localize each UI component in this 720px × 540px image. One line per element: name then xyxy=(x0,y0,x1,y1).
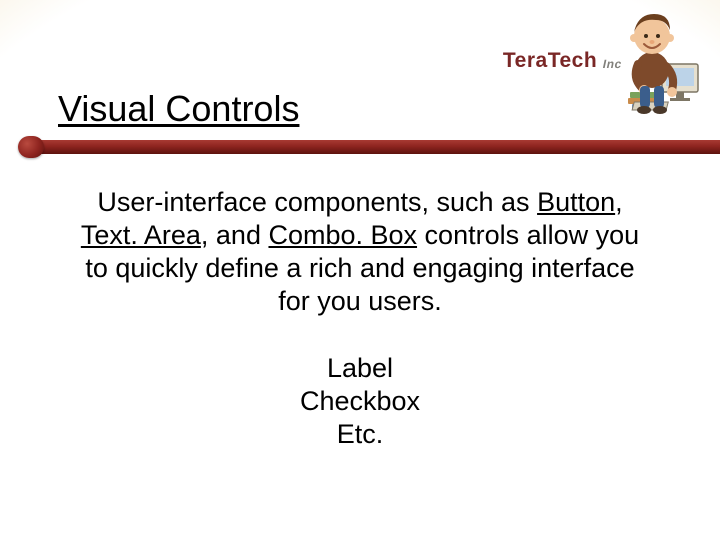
slide: TeraTech Inc xyxy=(0,0,720,540)
para-sep-2: , and xyxy=(201,220,269,250)
examples-list: Label Checkbox Etc. xyxy=(78,352,642,451)
bar-cap xyxy=(18,136,44,158)
list-item: Etc. xyxy=(78,418,642,451)
bar-body xyxy=(32,140,720,154)
link-combobox: Combo. Box xyxy=(268,220,417,250)
slide-title: Visual Controls xyxy=(58,88,660,130)
link-textarea: Text. Area xyxy=(81,220,201,250)
title-underline-bar xyxy=(18,138,720,156)
title-region: Visual Controls xyxy=(58,88,660,138)
body-paragraph: User-interface components, such as Butto… xyxy=(78,186,642,318)
para-text-1: User-interface components, such as xyxy=(97,187,537,217)
link-button: Button xyxy=(537,187,615,217)
brand-suffix: Inc xyxy=(602,57,624,71)
list-item: Label xyxy=(78,352,642,385)
list-item: Checkbox xyxy=(78,385,642,418)
body-text: User-interface components, such as Butto… xyxy=(78,186,642,451)
para-sep-1: , xyxy=(615,187,623,217)
brand-name: TeraTech xyxy=(503,49,597,73)
